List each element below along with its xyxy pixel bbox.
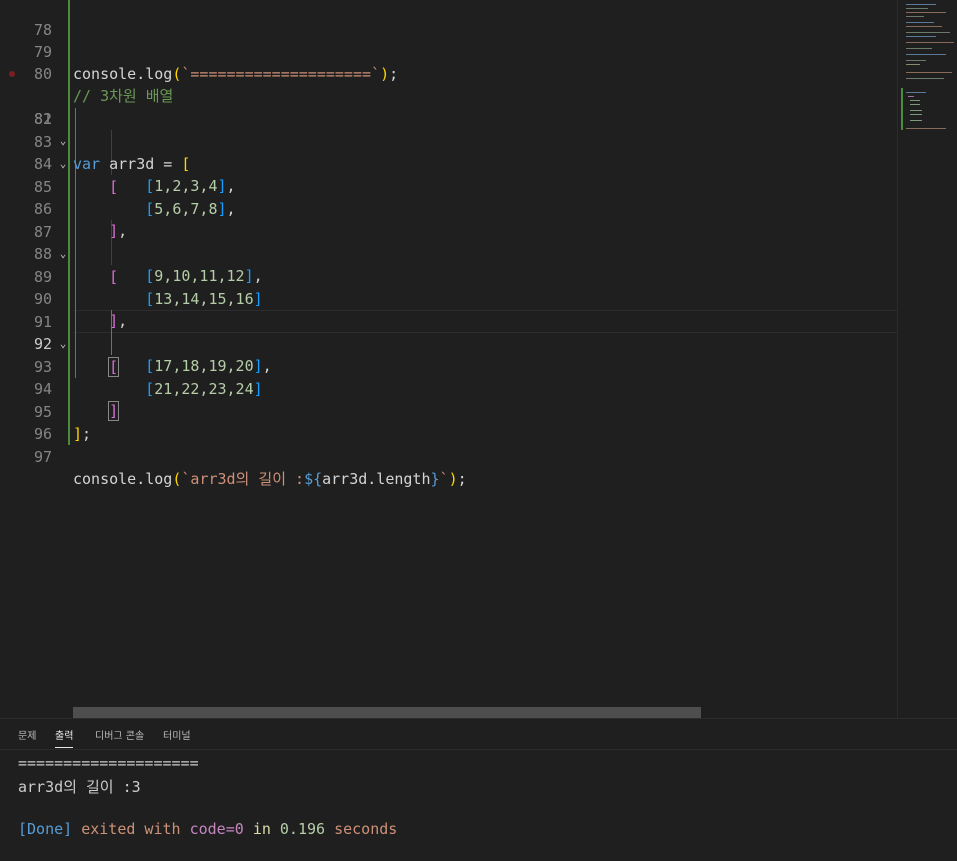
- code-line: 87 ⌄ [: [0, 198, 897, 286]
- minimap-line: [906, 16, 924, 17]
- minimap-line: [906, 4, 936, 5]
- line-number: 97: [33, 447, 52, 466]
- code-line: 88 [9,10,11,12],: [0, 220, 897, 286]
- minimap-line: [906, 22, 934, 23]
- function-name: console.log: [73, 470, 173, 488]
- bottom-panel: 문제 출력 디버그 콘솔 터미널 ==================== ar…: [0, 718, 957, 861]
- code-label: code: [189, 820, 226, 838]
- minimap-line: [906, 92, 926, 93]
- code-line: 89 [13,14,15,16]: [0, 243, 897, 309]
- tab-debug-console[interactable]: 디버그 콘솔: [95, 727, 144, 742]
- code-line: 85 [5,6,7,8],: [0, 153, 897, 219]
- minimap-git-indicator: [901, 88, 903, 130]
- code-line: 93 [21,22,23,24]: [0, 333, 897, 399]
- minimap-line: [906, 60, 926, 61]
- output-line: ====================: [18, 754, 199, 772]
- minimap-line: [906, 26, 942, 27]
- code-line: 78: [0, 0, 897, 39]
- minimap-line: [906, 8, 928, 9]
- code-line: 97 console.log(`arr3d의 길이 :${arr3d.lengt…: [0, 423, 897, 489]
- minimap-line: [910, 110, 922, 111]
- output-done-line: [Done] exited with code=0 in 0.196 secon…: [18, 820, 397, 838]
- minimap-line: [906, 36, 936, 37]
- minimap-line: [906, 54, 946, 55]
- minimap-line: [910, 114, 922, 115]
- minimap-line: [910, 104, 920, 105]
- minimap-line: [906, 128, 946, 129]
- paren: ): [448, 470, 458, 488]
- code-editor[interactable]: 78 79 console.log(`====================`…: [0, 0, 957, 718]
- panel-tabs: 문제 출력 디버그 콘솔 터미널: [0, 719, 957, 750]
- code-line: 91 ⌄ [: [0, 288, 897, 377]
- code-line: 83 ⌄ [: [0, 108, 897, 196]
- minimap-line: [906, 78, 944, 79]
- minimap-line: [906, 32, 950, 33]
- code-value: =0: [225, 820, 244, 838]
- code-line: 82 ⌄ var arr3d = [: [0, 85, 897, 173]
- done-tag: [Done]: [18, 820, 73, 838]
- minimap-line: [906, 48, 932, 49]
- seconds-text: seconds: [334, 820, 398, 838]
- breakpoint-dot-icon[interactable]: [9, 71, 15, 77]
- minimap-line: [910, 120, 922, 121]
- code-line: 84 [1,2,3,4],: [0, 130, 897, 196]
- code-line-current: 92 [17,18,19,20],: [0, 310, 897, 376]
- minimap[interactable]: [897, 0, 957, 718]
- elapsed-time: 0.196: [279, 820, 326, 838]
- exited-text: exited with: [81, 820, 181, 838]
- tab-terminal[interactable]: 터미널: [163, 727, 191, 742]
- in-text: in: [252, 820, 271, 838]
- string-literal: `arr3d의 길이 :: [181, 470, 305, 488]
- minimap-line: [910, 100, 920, 101]
- minimap-line: [906, 64, 920, 65]
- code-line: 94 ]: [0, 355, 897, 421]
- minimap-line: [906, 42, 954, 43]
- code-line: 96: [0, 400, 897, 443]
- code-line: 81: [0, 63, 897, 128]
- minimap-line: [906, 12, 946, 13]
- tab-output[interactable]: 출력: [55, 727, 74, 748]
- horizontal-scrollbar[interactable]: [73, 707, 701, 718]
- tab-problems[interactable]: 문제: [18, 727, 36, 742]
- minimap-line: [908, 96, 914, 97]
- code-line: 90 ],: [0, 265, 897, 331]
- code-line: 86 ],: [0, 175, 897, 241]
- template-open: ${: [304, 470, 323, 488]
- code-line: 95 ];: [0, 378, 897, 444]
- template-expression: arr3d.length: [322, 470, 431, 488]
- template-close: }: [430, 470, 440, 488]
- code-line: 79 console.log(`====================`);: [0, 18, 897, 84]
- string-literal: `: [439, 470, 449, 488]
- semicolon: ;: [457, 470, 467, 488]
- minimap-line: [906, 72, 952, 73]
- output-line: arr3d의 길이 :3: [18, 778, 141, 796]
- code-line: 80 // 3차원 배열: [0, 40, 897, 106]
